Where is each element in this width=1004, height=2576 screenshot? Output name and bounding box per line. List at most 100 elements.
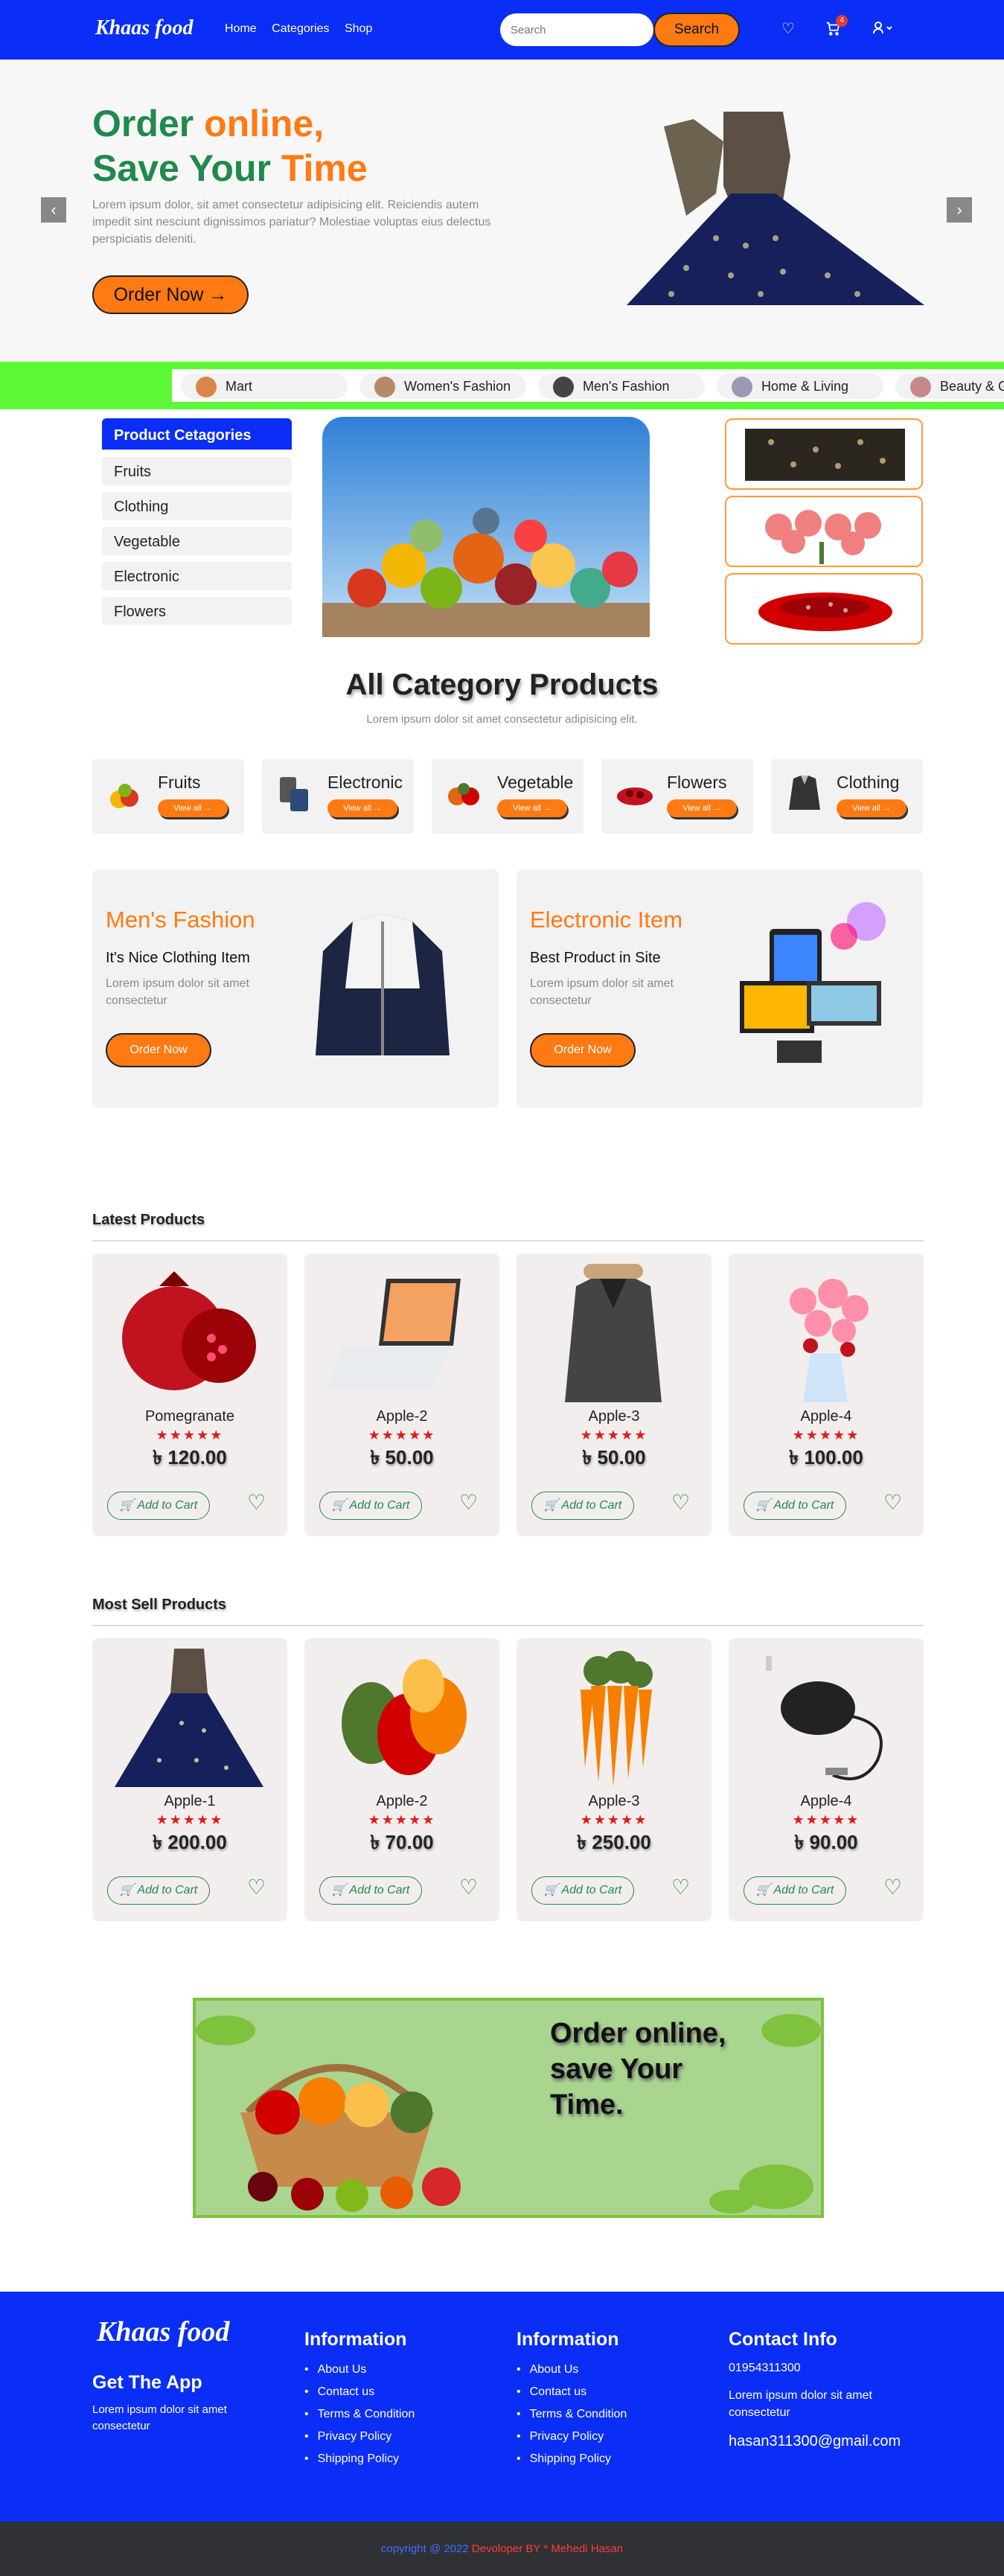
product-name[interactable]: Apple-3	[517, 1793, 712, 1810]
wishlist-heart-icon[interactable]: ♡	[459, 1490, 478, 1515]
product-price: ৳ 90.00	[794, 1831, 858, 1853]
wishlist-heart-icon[interactable]: ♡	[883, 1875, 902, 1899]
promo-order-button[interactable]: Order Now	[106, 1033, 211, 1067]
view-all-button[interactable]: View all →	[837, 799, 907, 817]
product-name[interactable]: Apple-1	[92, 1793, 287, 1810]
sidebar-item-flowers[interactable]: Flowers	[102, 597, 292, 625]
product-name[interactable]: Apple-2	[304, 1793, 499, 1810]
product-card[interactable]: Apple-2 ★★★★★ ৳ 70.00 🛒 Add to Cart ♡	[304, 1638, 499, 1921]
hero-order-button[interactable]: Order Now →	[92, 275, 249, 314]
jacket-image	[316, 914, 450, 1055]
add-to-cart-button[interactable]: 🛒 Add to Cart	[319, 1876, 422, 1905]
footer-link-terms[interactable]: Terms & Condition	[517, 2408, 627, 2421]
mens-fashion-icon	[553, 377, 574, 397]
footer-link-shipping[interactable]: Shipping Policy	[304, 2452, 399, 2466]
order-online-banner[interactable]: Order online, save Your Time.	[193, 1998, 824, 2218]
mart-icon	[196, 377, 217, 397]
product-card[interactable]: Apple-4 ★★★★★ ৳ 100.00 🛒 Add to Cart ♡	[729, 1253, 924, 1536]
view-all-button[interactable]: View all →	[667, 799, 737, 817]
product-name[interactable]: Pomegranate	[92, 1408, 287, 1425]
product-card[interactable]: Apple-3 ★★★★★ ৳ 50.00 🛒 Add to Cart ♡	[517, 1253, 712, 1536]
fruit-basket-image	[196, 2014, 821, 2214]
category-card-clothing[interactable]: Clothing View all →	[771, 759, 923, 834]
category-card-vegetable[interactable]: Vegetable View all →	[432, 759, 583, 834]
product-card[interactable]: Apple-1 ★★★★★ ৳ 200.00 🛒 Add to Cart ♡	[92, 1638, 287, 1921]
pomegranate-image	[122, 1271, 256, 1390]
wishlist-heart-icon[interactable]: ♡	[883, 1490, 902, 1515]
add-to-cart-button[interactable]: 🛒 Add to Cart	[744, 1876, 846, 1905]
search-button[interactable]: Search	[653, 13, 740, 47]
strip-item-home-living[interactable]: Home & Living	[717, 374, 883, 399]
strip-item-womens-fashion[interactable]: Women's Fashion	[359, 374, 526, 399]
footer-logo[interactable]: Khaas food	[97, 2315, 229, 2348]
strip-item-mens-fashion[interactable]: Men's Fashion	[538, 374, 705, 399]
category-card-fruits[interactable]: Fruits View all →	[92, 759, 244, 834]
wishlist-heart-icon[interactable]: ♡	[459, 1875, 478, 1899]
thumb-flowers-image[interactable]	[725, 496, 923, 567]
footer-link-terms[interactable]: Terms & Condition	[304, 2408, 415, 2421]
product-card[interactable]: Apple-3 ★★★★★ ৳ 250.00 🛒 Add to Cart ♡	[517, 1638, 712, 1921]
product-card[interactable]: Pomegranate ★★★★★ ৳ 120.00 🛒 Add to Cart…	[92, 1253, 287, 1536]
sidebar-item-vegetable[interactable]: Vegetable	[102, 527, 292, 555]
dress-image	[115, 1649, 263, 1787]
search-input[interactable]	[500, 13, 653, 46]
all-category-subtitle: Lorem ipsum dolor sit amet consectetur a…	[366, 713, 638, 726]
flower-bouquet-image	[790, 1279, 869, 1402]
footer-link-about[interactable]: About Us	[304, 2363, 367, 2377]
rating-stars: ★★★★★	[792, 1428, 860, 1442]
shirt-image	[565, 1264, 662, 1402]
wishlist-heart-icon[interactable]: ♡	[781, 19, 795, 38]
category-strip-scroller: Mart Women's Fashion Men's Fashion Home …	[172, 369, 1004, 402]
carousel-prev-icon[interactable]: ‹	[41, 197, 66, 223]
strip-item-mart[interactable]: Mart	[181, 374, 348, 399]
promo-order-button[interactable]: Order Now	[530, 1033, 636, 1067]
promo-subtitle: Best Product in Site	[530, 950, 661, 966]
category-card-electronic[interactable]: Electronic View all →	[262, 759, 414, 834]
wishlist-heart-icon[interactable]: ♡	[247, 1490, 266, 1515]
footer-link-privacy[interactable]: Privacy Policy	[304, 2430, 392, 2444]
product-name[interactable]: Apple-4	[729, 1793, 924, 1810]
product-name[interactable]: Apple-3	[517, 1408, 712, 1425]
product-price: ৳ 50.00	[370, 1446, 434, 1468]
product-name[interactable]: Apple-2	[304, 1408, 499, 1425]
category-card-flowers[interactable]: Flowers View all →	[601, 759, 753, 834]
logo[interactable]: Khaas food	[95, 16, 193, 40]
product-name[interactable]: Apple-4	[729, 1408, 924, 1425]
product-card[interactable]: Apple-4 ★★★★★ ৳ 90.00 🛒 Add to Cart ♡	[729, 1638, 924, 1921]
add-to-cart-button[interactable]: 🛒 Add to Cart	[319, 1492, 422, 1520]
wishlist-heart-icon[interactable]: ♡	[247, 1875, 266, 1899]
footer-link-contact[interactable]: Contact us	[517, 2385, 586, 2399]
sidebar-item-clothing[interactable]: Clothing	[102, 492, 292, 520]
carousel-next-icon[interactable]: ›	[947, 197, 972, 223]
view-all-button[interactable]: View all →	[158, 799, 228, 817]
add-to-cart-button[interactable]: 🛒 Add to Cart	[531, 1492, 634, 1520]
add-to-cart-button[interactable]: 🛒 Add to Cart	[107, 1876, 210, 1905]
footer-link-about[interactable]: About Us	[517, 2363, 579, 2377]
footer-link-privacy[interactable]: Privacy Policy	[517, 2430, 604, 2444]
wishlist-heart-icon[interactable]: ♡	[671, 1490, 690, 1515]
add-to-cart-button[interactable]: 🛒 Add to Cart	[107, 1492, 210, 1520]
add-to-cart-button[interactable]: 🛒 Add to Cart	[531, 1876, 634, 1905]
nav-home[interactable]: Home	[225, 22, 257, 35]
hero-dress-image	[627, 112, 924, 305]
product-price: ৳ 200.00	[153, 1831, 227, 1853]
view-all-button[interactable]: View all →	[327, 799, 397, 817]
fruit-banner-image	[322, 417, 650, 637]
add-to-cart-button[interactable]: 🛒 Add to Cart	[744, 1492, 846, 1520]
strip-item-beauty-grooming[interactable]: Beauty & Grooming	[895, 374, 1004, 399]
product-card[interactable]: Apple-2 ★★★★★ ৳ 50.00 🛒 Add to Cart ♡	[304, 1253, 499, 1536]
wishlist-heart-icon[interactable]: ♡	[671, 1875, 690, 1899]
peppers-image	[342, 1659, 467, 1775]
footer-link-shipping[interactable]: Shipping Policy	[517, 2452, 611, 2466]
footer-link-contact[interactable]: Contact us	[304, 2385, 374, 2399]
contact-email[interactable]: hasan311300@gmail.com	[729, 2433, 901, 2450]
user-account-icon[interactable]	[872, 21, 893, 39]
sidebar-item-fruits[interactable]: Fruits	[102, 457, 292, 485]
nav-categories[interactable]: Categories	[272, 22, 329, 35]
thumb-pomegranate-image[interactable]	[725, 573, 923, 645]
sidebar-item-electronic[interactable]: Electronic	[102, 562, 292, 590]
nav-shop[interactable]: Shop	[345, 22, 372, 35]
thumb-clothing-image[interactable]	[725, 418, 923, 490]
view-all-button[interactable]: View all →	[497, 799, 567, 817]
flowers-icon	[617, 787, 653, 805]
